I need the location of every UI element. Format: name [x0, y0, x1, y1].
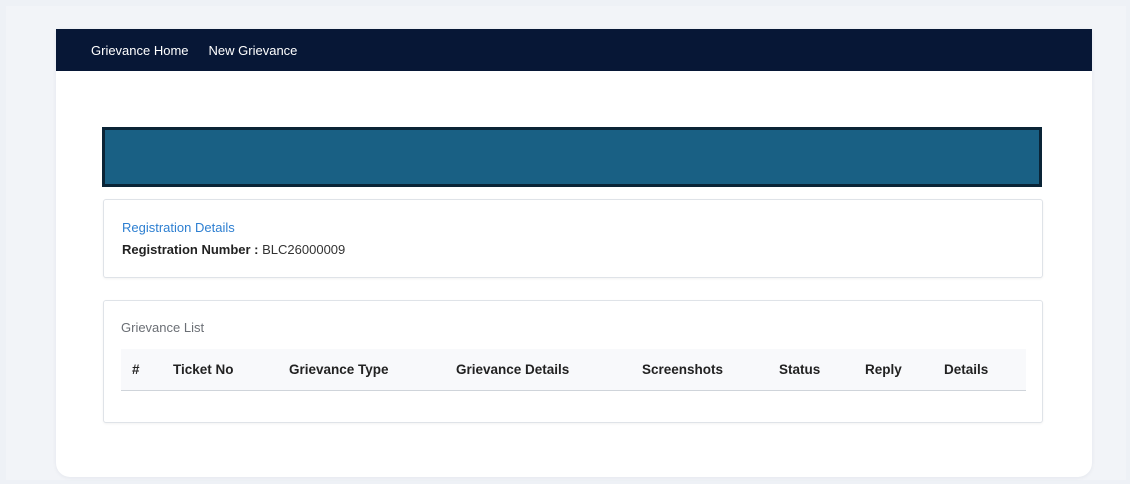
- registration-number-label: Registration Number :: [122, 242, 259, 257]
- registration-details-title: Registration Details: [122, 220, 235, 235]
- registration-panel: Registration Details Registration Number…: [103, 199, 1043, 278]
- column-header-grievance-type: Grievance Type: [289, 362, 389, 377]
- column-header-number: #: [132, 362, 140, 377]
- registration-number-value: BLC26000009: [262, 242, 346, 257]
- top-navbar: Grievance Home New Grievance: [56, 29, 1092, 71]
- grievance-list-title: Grievance List: [121, 320, 205, 335]
- nav-new-grievance[interactable]: New Grievance: [209, 43, 298, 58]
- registration-number-line: Registration Number : BLC26000009: [122, 242, 1042, 257]
- header-banner: [102, 127, 1042, 187]
- nav-grievance-home[interactable]: Grievance Home: [91, 43, 189, 58]
- column-header-details: Details: [944, 362, 989, 377]
- column-header-status: Status: [779, 362, 821, 377]
- grievance-table-header: # Ticket No Grievance Type Grievance Det…: [121, 349, 1026, 391]
- column-header-grievance-details: Grievance Details: [456, 362, 570, 377]
- column-header-screenshots: Screenshots: [642, 362, 724, 377]
- column-header-ticket-no: Ticket No: [173, 362, 234, 377]
- main-card: Grievance Home New Grievance Registratio…: [56, 29, 1092, 477]
- column-header-reply: Reply: [865, 362, 902, 377]
- grievance-list-panel: Grievance List # Ticket No Grievance Typ…: [103, 300, 1043, 423]
